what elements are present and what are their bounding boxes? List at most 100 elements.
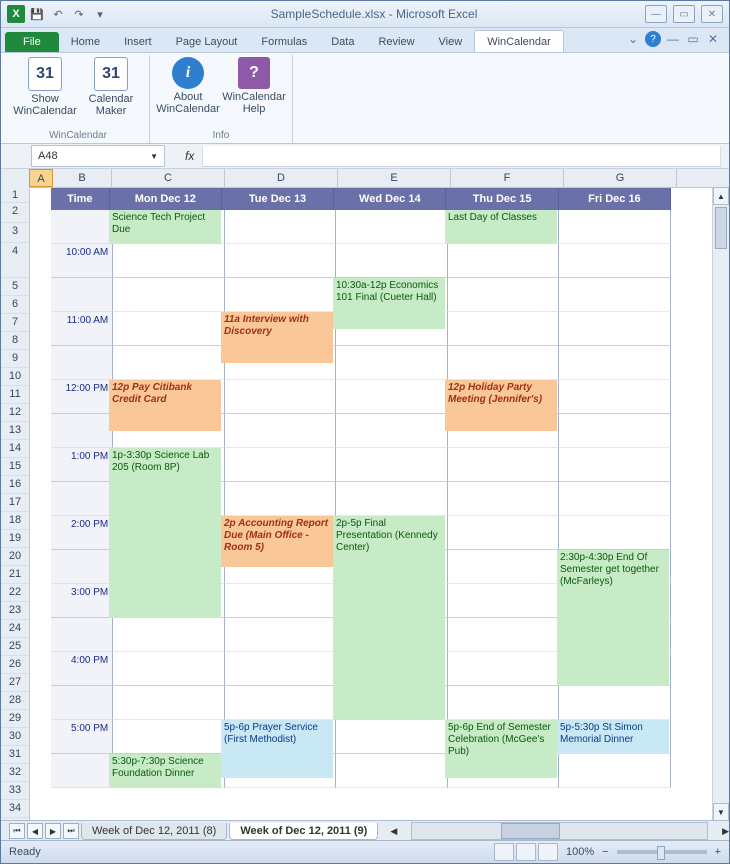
tab-home[interactable]: Home <box>59 31 112 52</box>
tab-review[interactable]: Review <box>366 31 426 52</box>
row-header[interactable]: 5 <box>1 278 29 296</box>
row-header[interactable]: 6 <box>1 296 29 314</box>
tab-nav-last-icon[interactable]: ⏭ <box>63 823 79 839</box>
event[interactable]: 11a Interview with Discovery <box>221 312 333 363</box>
calendar-cell[interactable] <box>559 278 671 312</box>
ribbon-minimize-icon[interactable]: ⌄ <box>625 31 641 47</box>
row-header[interactable]: 11 <box>1 386 29 404</box>
name-box[interactable]: A48 ▼ <box>31 145 165 167</box>
event[interactable]: 12p Pay Citibank Credit Card <box>109 380 221 431</box>
calendar-cell[interactable] <box>559 516 671 550</box>
row-header[interactable]: 31 <box>1 746 29 764</box>
row-header[interactable]: 24 <box>1 620 29 638</box>
calendar-cell[interactable] <box>448 346 560 380</box>
calendar-cell[interactable] <box>559 244 671 278</box>
row-header[interactable]: 13 <box>1 422 29 440</box>
calendar-cell[interactable] <box>225 448 337 482</box>
scroll-left-icon[interactable]: ◀ <box>390 826 397 837</box>
scroll-thumb[interactable] <box>501 823 560 839</box>
calendar-cell[interactable] <box>448 652 560 686</box>
row-header[interactable]: 16 <box>1 476 29 494</box>
row-header[interactable]: 2 <box>1 203 29 223</box>
doc-minimize-icon[interactable]: — <box>665 31 681 47</box>
page-layout-view-button[interactable] <box>516 843 536 861</box>
event[interactable]: 5p-5:30p St Simon Memorial Dinner <box>557 720 669 754</box>
row-header[interactable]: 29 <box>1 710 29 728</box>
calendar-cell[interactable] <box>448 244 560 278</box>
event[interactable]: 12p Holiday Party Meeting (Jennifer's) <box>445 380 557 431</box>
row-header[interactable]: 1 <box>1 187 29 203</box>
calendar-cell[interactable] <box>336 346 448 380</box>
calendar-cell[interactable] <box>113 652 225 686</box>
zoom-slider[interactable] <box>617 850 707 854</box>
row-header[interactable]: 21 <box>1 566 29 584</box>
row-header[interactable]: 7 <box>1 314 29 332</box>
calendar-cell[interactable] <box>448 550 560 584</box>
column-header-g[interactable]: G <box>564 169 677 187</box>
tab-nav-next-icon[interactable]: ▶ <box>45 823 61 839</box>
row-header[interactable]: 19 <box>1 530 29 548</box>
tab-wincalendar[interactable]: WinCalendar <box>474 30 564 52</box>
event[interactable]: Last Day of Classes <box>445 210 557 244</box>
calendar-cell[interactable] <box>336 414 448 448</box>
row-header[interactable]: 25 <box>1 638 29 656</box>
calendar-cell[interactable] <box>336 754 448 788</box>
event[interactable]: 5p-6p End of Semester Celebration (McGee… <box>445 720 557 778</box>
horizontal-scrollbar[interactable] <box>411 822 708 840</box>
scroll-thumb[interactable] <box>715 207 727 249</box>
column-header-f[interactable]: F <box>451 169 564 187</box>
tab-page-layout[interactable]: Page Layout <box>164 31 250 52</box>
event[interactable]: Science Tech Project Due <box>109 210 221 244</box>
excel-icon[interactable]: X <box>7 5 25 23</box>
calendar-cell[interactable] <box>113 720 225 754</box>
calendar-cell[interactable] <box>336 380 448 414</box>
help-button[interactable]: ? WinCalendar Help <box>224 55 284 130</box>
tab-nav-first-icon[interactable]: ⏮ <box>9 823 25 839</box>
row-header[interactable]: 3 <box>1 223 29 243</box>
tab-insert[interactable]: Insert <box>112 31 164 52</box>
event[interactable]: 2p Accounting Report Due (Main Office - … <box>221 516 333 567</box>
scroll-up-icon[interactable]: ▲ <box>713 187 729 205</box>
row-header[interactable]: 9 <box>1 350 29 368</box>
calendar-cell[interactable] <box>225 244 337 278</box>
tab-file[interactable]: File <box>5 32 59 52</box>
calendar-cell[interactable] <box>448 618 560 652</box>
calendar-cell[interactable] <box>559 686 671 720</box>
row-header[interactable]: 33 <box>1 782 29 800</box>
calendar-cell[interactable] <box>225 686 337 720</box>
calendar-cell[interactable] <box>225 414 337 448</box>
tab-view[interactable]: View <box>427 31 475 52</box>
doc-close-icon[interactable]: ✕ <box>705 31 721 47</box>
calendar-cell[interactable] <box>225 618 337 652</box>
scroll-down-icon[interactable]: ▼ <box>713 803 729 821</box>
calendar-cell[interactable] <box>559 380 671 414</box>
dropdown-icon[interactable]: ▼ <box>150 152 158 161</box>
tab-nav-prev-icon[interactable]: ◀ <box>27 823 43 839</box>
row-header[interactable]: 18 <box>1 512 29 530</box>
undo-icon[interactable]: ↶ <box>49 5 67 23</box>
calendar-cell[interactable] <box>559 482 671 516</box>
save-icon[interactable]: 💾 <box>28 5 46 23</box>
calendar-cell[interactable] <box>225 380 337 414</box>
calendar-cell[interactable] <box>113 312 225 346</box>
calendar-cell[interactable] <box>448 278 560 312</box>
zoom-level[interactable]: 100% <box>566 846 594 858</box>
row-header[interactable]: 14 <box>1 440 29 458</box>
about-button[interactable]: i About WinCalendar <box>158 55 218 130</box>
calendar-body[interactable]: 10:00 AM11:00 AM12:00 PM1:00 PM2:00 PM3:… <box>51 210 671 788</box>
qat-dropdown-icon[interactable]: ▾ <box>91 5 109 23</box>
calendar-cell[interactable] <box>559 312 671 346</box>
calendar-cell[interactable] <box>559 346 671 380</box>
calendar-cell[interactable] <box>225 652 337 686</box>
calendar-cell[interactable] <box>559 754 671 788</box>
event[interactable]: 1p-3:30p Science Lab 205 (Room 8P) <box>109 448 221 618</box>
help-icon[interactable]: ? <box>645 31 661 47</box>
sheet-tab[interactable]: Week of Dec 12, 2011 (8) <box>81 823 227 840</box>
calendar-cell[interactable] <box>448 448 560 482</box>
calendar-cell[interactable] <box>113 244 225 278</box>
calendar-cell[interactable] <box>336 448 448 482</box>
row-header[interactable]: 22 <box>1 584 29 602</box>
calendar-cell[interactable] <box>559 210 671 244</box>
column-header-e[interactable]: E <box>338 169 451 187</box>
close-button[interactable]: ✕ <box>701 5 723 23</box>
